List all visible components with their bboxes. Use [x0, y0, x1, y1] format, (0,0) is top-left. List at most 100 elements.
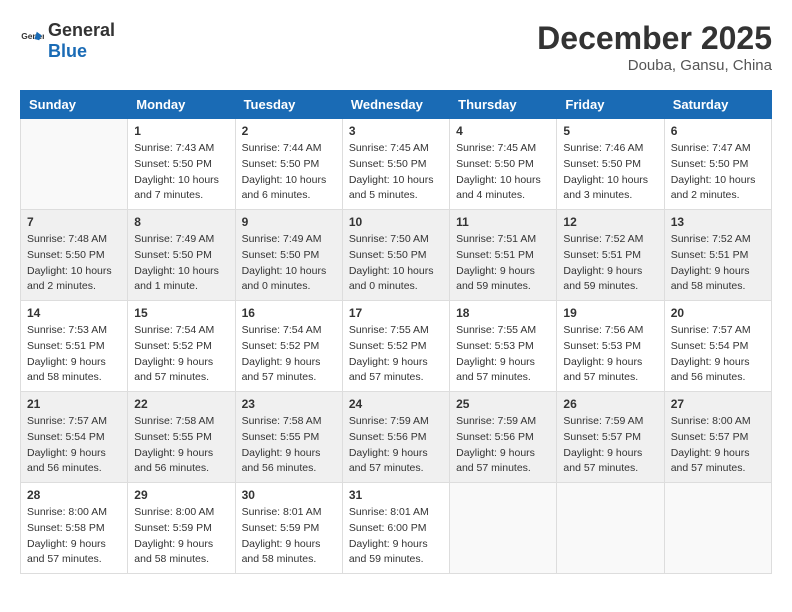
calendar-table: SundayMondayTuesdayWednesdayThursdayFrid…: [20, 90, 772, 574]
day-number: 7: [27, 215, 121, 229]
day-number: 27: [671, 397, 765, 411]
day-info: Sunrise: 8:00 AM Sunset: 5:59 PM Dayligh…: [134, 505, 228, 568]
calendar-cell: 14 Sunrise: 7:53 AM Sunset: 5:51 PM Dayli…: [21, 301, 128, 392]
day-info: Sunrise: 7:56 AM Sunset: 5:53 PM Dayligh…: [563, 323, 657, 386]
day-info: Sunrise: 7:52 AM Sunset: 5:51 PM Dayligh…: [563, 232, 657, 295]
calendar-cell: [21, 119, 128, 210]
calendar-cell: 1 Sunrise: 7:43 AM Sunset: 5:50 PM Daylig…: [128, 119, 235, 210]
day-info: Sunrise: 7:58 AM Sunset: 5:55 PM Dayligh…: [242, 414, 336, 477]
calendar-cell: [664, 483, 771, 574]
calendar-week-row: 7 Sunrise: 7:48 AM Sunset: 5:50 PM Daylig…: [21, 210, 772, 301]
day-number: 14: [27, 306, 121, 320]
day-info: Sunrise: 7:48 AM Sunset: 5:50 PM Dayligh…: [27, 232, 121, 295]
month-year-title: December 2025: [537, 20, 772, 57]
calendar-cell: 28 Sunrise: 8:00 AM Sunset: 5:58 PM Dayli…: [21, 483, 128, 574]
calendar-cell: 8Sunrise: 7:49 AM Sunset: 5:50 PM Daylig…: [128, 210, 235, 301]
day-number: 12: [563, 215, 657, 229]
calendar-cell: 5 Sunrise: 7:46 AM Sunset: 5:50 PM Daylig…: [557, 119, 664, 210]
weekday-header-saturday: Saturday: [664, 91, 771, 119]
day-info: Sunrise: 7:58 AM Sunset: 5:55 PM Dayligh…: [134, 414, 228, 477]
weekday-header-tuesday: Tuesday: [235, 91, 342, 119]
day-info: Sunrise: 7:59 AM Sunset: 5:57 PM Dayligh…: [563, 414, 657, 477]
calendar-cell: 16Sunrise: 7:54 AM Sunset: 5:52 PM Dayli…: [235, 301, 342, 392]
weekday-header-row: SundayMondayTuesdayWednesdayThursdayFrid…: [21, 91, 772, 119]
title-block: December 2025 Douba, Gansu, China: [537, 20, 772, 74]
day-info: Sunrise: 7:43 AM Sunset: 5:50 PM Dayligh…: [134, 141, 228, 204]
calendar-cell: 12 Sunrise: 7:52 AM Sunset: 5:51 PM Dayli…: [557, 210, 664, 301]
day-info: Sunrise: 7:52 AM Sunset: 5:51 PM Dayligh…: [671, 232, 765, 295]
day-info: Sunrise: 7:51 AM Sunset: 5:51 PM Dayligh…: [456, 232, 550, 295]
day-info: Sunrise: 7:57 AM Sunset: 5:54 PM Dayligh…: [671, 323, 765, 386]
calendar-cell: [557, 483, 664, 574]
calendar-cell: 21 Sunrise: 7:57 AM Sunset: 5:54 PM Dayli…: [21, 392, 128, 483]
weekday-header-thursday: Thursday: [450, 91, 557, 119]
day-info: Sunrise: 7:50 AM Sunset: 5:50 PM Dayligh…: [349, 232, 443, 295]
calendar-cell: 24Sunrise: 7:59 AM Sunset: 5:56 PM Dayli…: [342, 392, 449, 483]
calendar-cell: 31 Sunrise: 8:01 AM Sunset: 6:00 PM Dayli…: [342, 483, 449, 574]
day-number: 5: [563, 124, 657, 138]
day-number: 30: [242, 488, 336, 502]
day-number: 2: [242, 124, 336, 138]
day-info: Sunrise: 7:59 AM Sunset: 5:56 PM Dayligh…: [456, 414, 550, 477]
calendar-cell: 27 Sunrise: 8:00 AM Sunset: 5:57 PM Dayli…: [664, 392, 771, 483]
day-info: Sunrise: 8:00 AM Sunset: 5:58 PM Dayligh…: [27, 505, 121, 568]
day-number: 21: [27, 397, 121, 411]
calendar-cell: 23 Sunrise: 7:58 AM Sunset: 5:55 PM Dayli…: [235, 392, 342, 483]
day-number: 18: [456, 306, 550, 320]
day-number: 13: [671, 215, 765, 229]
day-info: Sunrise: 7:45 AM Sunset: 5:50 PM Dayligh…: [349, 141, 443, 204]
calendar-week-row: 28 Sunrise: 8:00 AM Sunset: 5:58 PM Dayli…: [21, 483, 772, 574]
day-number: 31: [349, 488, 443, 502]
page-header: General General Blue December 2025 Douba…: [20, 20, 772, 74]
logo-blue: Blue: [48, 41, 87, 61]
day-info: Sunrise: 7:45 AM Sunset: 5:50 PM Dayligh…: [456, 141, 550, 204]
logo: General General Blue: [20, 20, 115, 62]
day-info: Sunrise: 7:44 AM Sunset: 5:50 PM Dayligh…: [242, 141, 336, 204]
day-number: 11: [456, 215, 550, 229]
weekday-header-friday: Friday: [557, 91, 664, 119]
calendar-cell: 17Sunrise: 7:55 AM Sunset: 5:52 PM Dayli…: [342, 301, 449, 392]
calendar-cell: 20 Sunrise: 7:57 AM Sunset: 5:54 PM Dayli…: [664, 301, 771, 392]
calendar-cell: 3 Sunrise: 7:45 AM Sunset: 5:50 PM Daylig…: [342, 119, 449, 210]
day-number: 3: [349, 124, 443, 138]
calendar-cell: 7 Sunrise: 7:48 AM Sunset: 5:50 PM Daylig…: [21, 210, 128, 301]
calendar-cell: 18Sunrise: 7:55 AM Sunset: 5:53 PM Dayli…: [450, 301, 557, 392]
calendar-cell: 9Sunrise: 7:49 AM Sunset: 5:50 PM Daylig…: [235, 210, 342, 301]
day-info: Sunrise: 7:49 AM Sunset: 5:50 PM Dayligh…: [134, 232, 228, 295]
calendar-cell: 29Sunrise: 8:00 AM Sunset: 5:59 PM Dayli…: [128, 483, 235, 574]
day-info: Sunrise: 8:00 AM Sunset: 5:57 PM Dayligh…: [671, 414, 765, 477]
logo-text: General Blue: [48, 20, 115, 62]
location-subtitle: Douba, Gansu, China: [537, 57, 772, 74]
day-number: 28: [27, 488, 121, 502]
calendar-cell: 19Sunrise: 7:56 AM Sunset: 5:53 PM Dayli…: [557, 301, 664, 392]
day-number: 20: [671, 306, 765, 320]
day-number: 10: [349, 215, 443, 229]
logo-graphic: General: [20, 27, 44, 56]
day-info: Sunrise: 7:47 AM Sunset: 5:50 PM Dayligh…: [671, 141, 765, 204]
day-info: Sunrise: 8:01 AM Sunset: 5:59 PM Dayligh…: [242, 505, 336, 568]
day-info: Sunrise: 7:46 AM Sunset: 5:50 PM Dayligh…: [563, 141, 657, 204]
day-info: Sunrise: 7:54 AM Sunset: 5:52 PM Dayligh…: [134, 323, 228, 386]
day-number: 22: [134, 397, 228, 411]
day-info: Sunrise: 7:57 AM Sunset: 5:54 PM Dayligh…: [27, 414, 121, 477]
day-number: 6: [671, 124, 765, 138]
weekday-header-wednesday: Wednesday: [342, 91, 449, 119]
day-number: 25: [456, 397, 550, 411]
calendar-cell: 15Sunrise: 7:54 AM Sunset: 5:52 PM Dayli…: [128, 301, 235, 392]
day-info: Sunrise: 7:53 AM Sunset: 5:51 PM Dayligh…: [27, 323, 121, 386]
calendar-cell: 2 Sunrise: 7:44 AM Sunset: 5:50 PM Daylig…: [235, 119, 342, 210]
calendar-cell: 30 Sunrise: 8:01 AM Sunset: 5:59 PM Dayli…: [235, 483, 342, 574]
calendar-cell: 26Sunrise: 7:59 AM Sunset: 5:57 PM Dayli…: [557, 392, 664, 483]
calendar-cell: [450, 483, 557, 574]
logo-general: General: [48, 20, 115, 40]
calendar-cell: 13 Sunrise: 7:52 AM Sunset: 5:51 PM Dayli…: [664, 210, 771, 301]
day-info: Sunrise: 8:01 AM Sunset: 6:00 PM Dayligh…: [349, 505, 443, 568]
day-info: Sunrise: 7:59 AM Sunset: 5:56 PM Dayligh…: [349, 414, 443, 477]
calendar-cell: 25 Sunrise: 7:59 AM Sunset: 5:56 PM Dayli…: [450, 392, 557, 483]
day-number: 1: [134, 124, 228, 138]
weekday-header-sunday: Sunday: [21, 91, 128, 119]
day-info: Sunrise: 7:54 AM Sunset: 5:52 PM Dayligh…: [242, 323, 336, 386]
day-number: 23: [242, 397, 336, 411]
calendar-cell: 22 Sunrise: 7:58 AM Sunset: 5:55 PM Dayli…: [128, 392, 235, 483]
calendar-cell: 4Sunrise: 7:45 AM Sunset: 5:50 PM Daylig…: [450, 119, 557, 210]
